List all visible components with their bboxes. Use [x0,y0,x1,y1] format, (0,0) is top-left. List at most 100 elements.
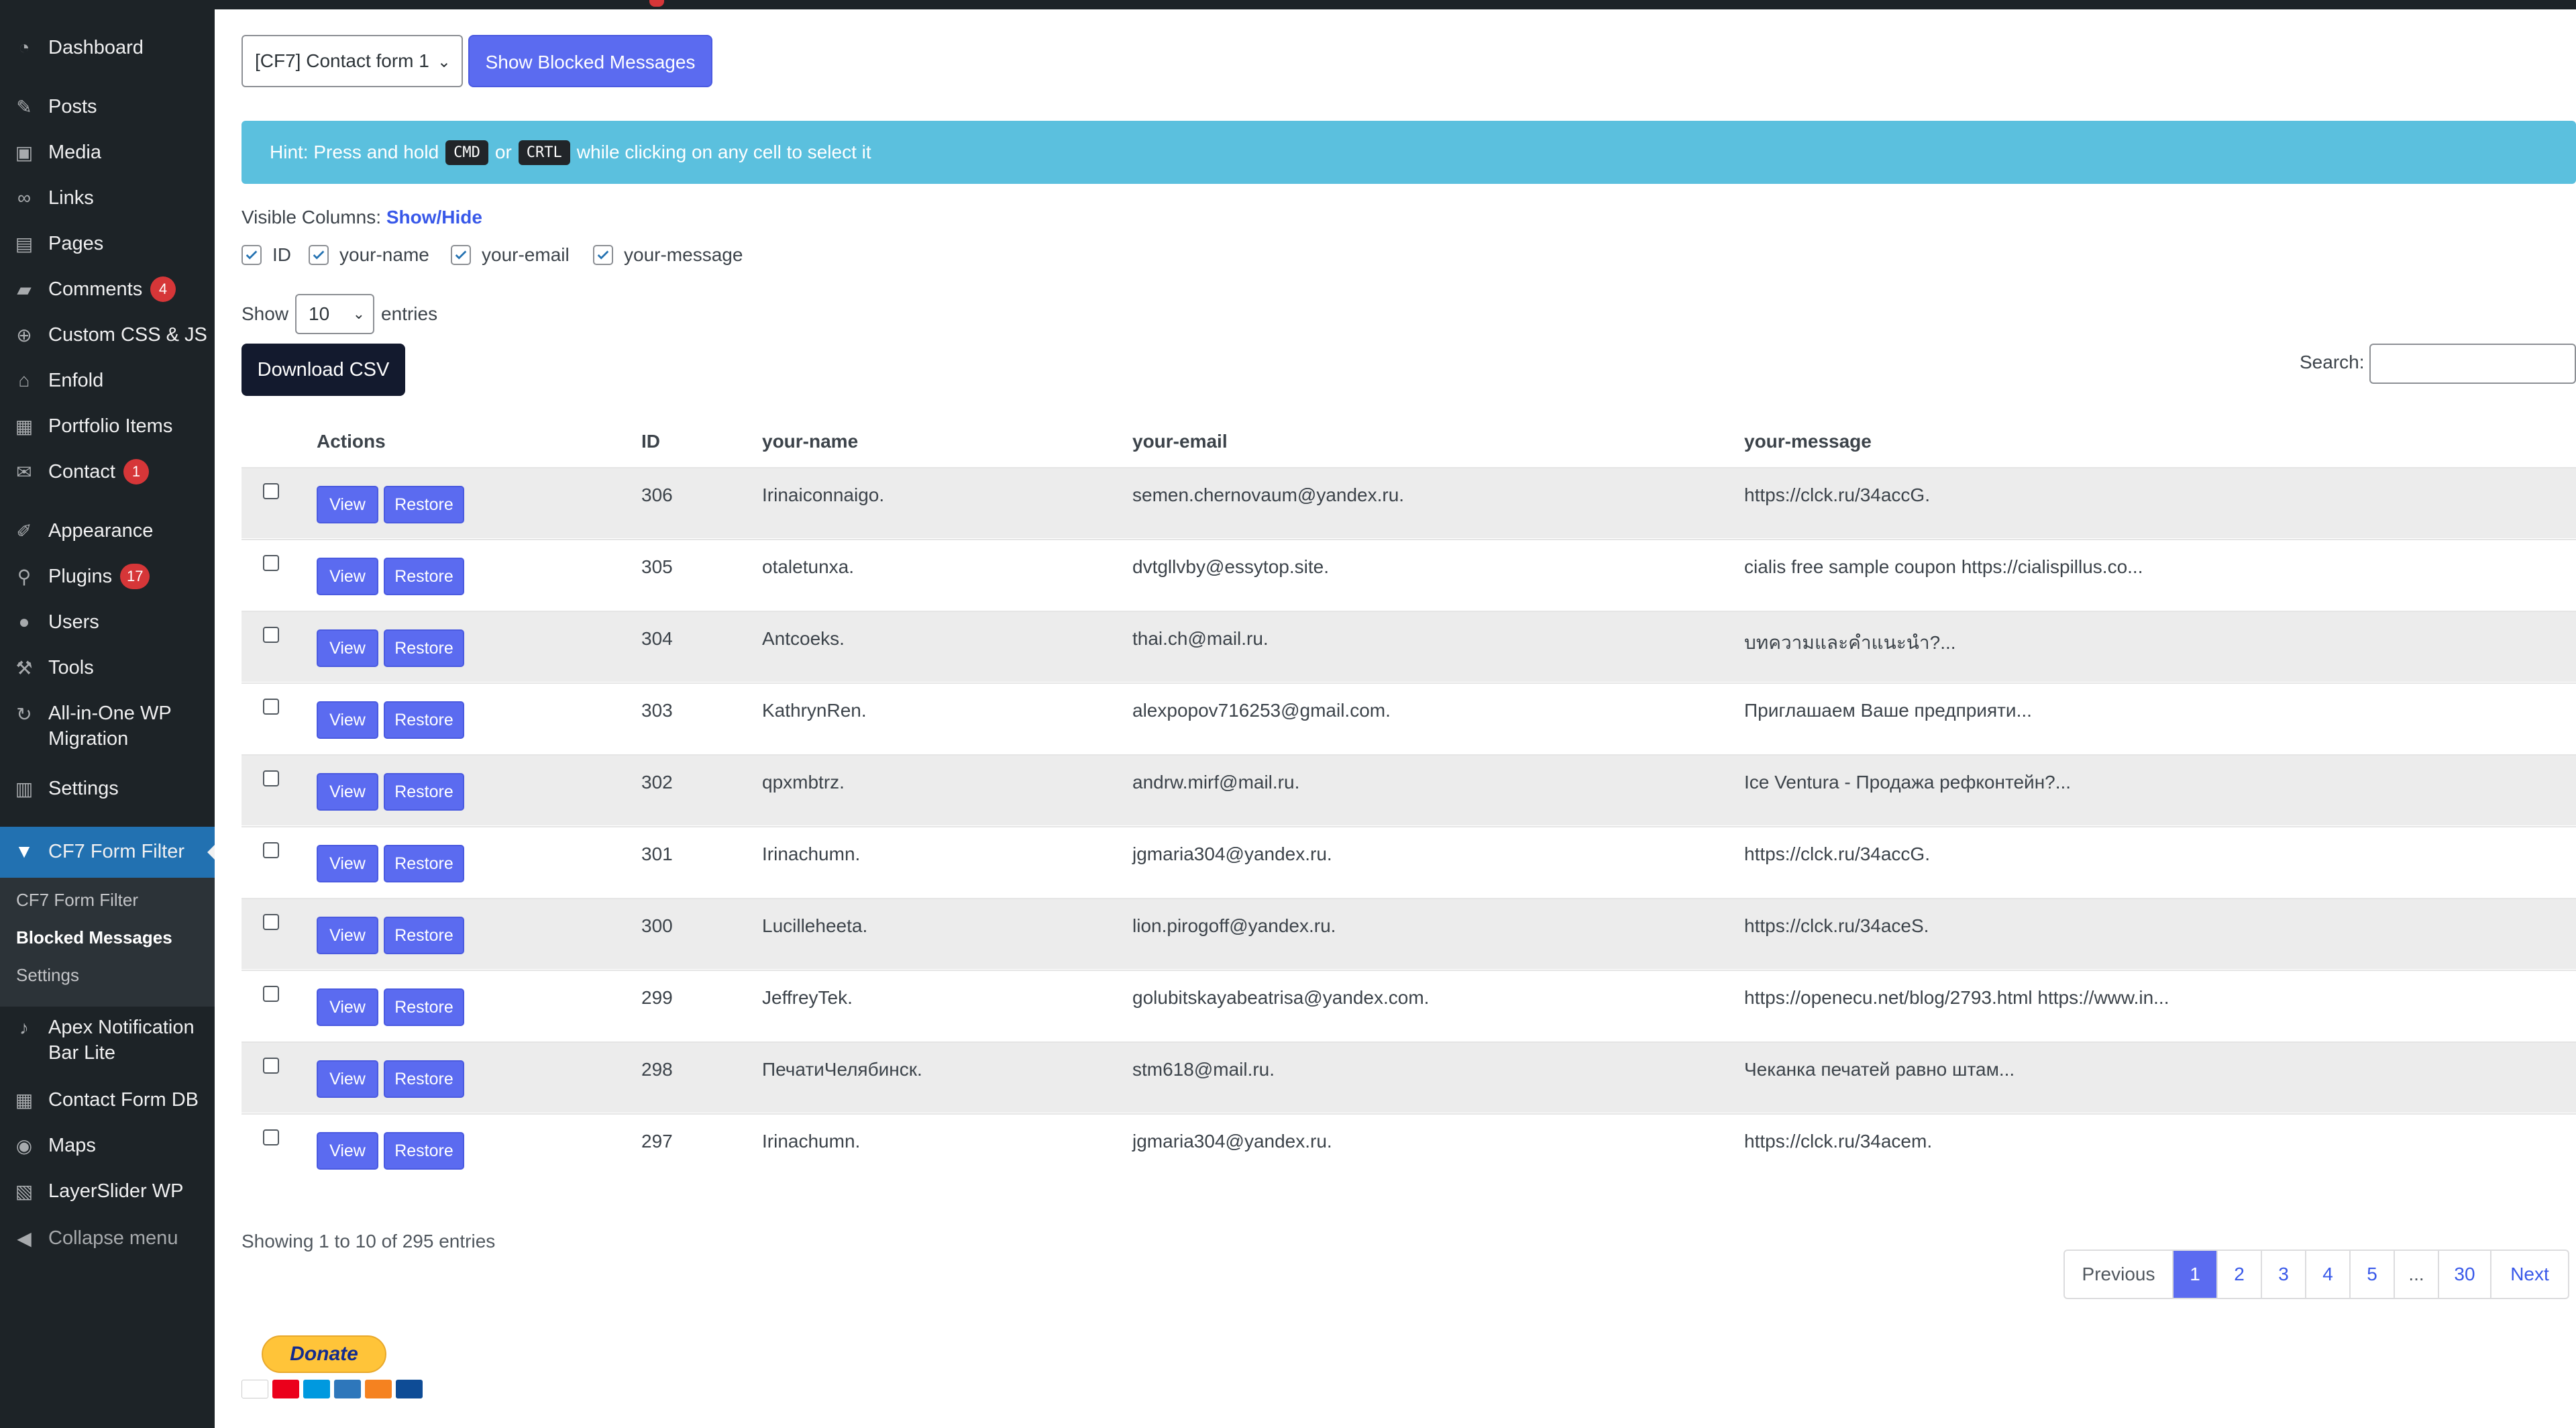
view-button[interactable]: View [317,845,378,882]
view-button[interactable]: View [317,1060,378,1098]
cell-id[interactable]: 305 [641,556,673,578]
row-checkbox[interactable] [263,914,279,930]
cell-your-name[interactable]: KathrynRen. [762,700,867,721]
cell-id[interactable]: 302 [641,772,673,793]
cell-your-message[interactable]: cialis free sample coupon https://cialis… [1744,556,2143,578]
sidebar-item-contact[interactable]: ✉ Contact 1 [0,459,215,484]
entries-select[interactable]: 10 ⌄ [295,294,375,334]
column-toggle-your-name[interactable]: your-name [309,244,429,266]
table-row[interactable]: View Restore 299 JeffreyTek. golubitskayabea… [241,970,2576,1041]
row-checkbox[interactable] [263,770,279,786]
cell-your-email[interactable]: andrw.mirf@mail.ru. [1132,772,1299,793]
row-checkbox[interactable] [263,699,279,715]
table-row[interactable]: View Restore 305 otaletunxa. dvtgllvby@essyt… [241,539,2576,610]
sidebar-item-media[interactable]: ▣ Media [0,140,215,165]
cell-id[interactable]: 301 [641,844,673,865]
table-row[interactable]: View Restore 297 Irinachumn. jgmaria304@yand… [241,1113,2576,1184]
sidebar-item-posts[interactable]: ✎ Posts [0,94,215,119]
form-select[interactable]: [CF7] Contact form 1 ⌄ [241,35,463,87]
sidebar-item-cf7-form-filter[interactable]: ▼ CF7 Form Filter [0,839,215,864]
sidebar-item-all-in-one-wp[interactable]: ↻ All-in-One WP Migration [0,701,215,752]
row-checkbox[interactable] [263,627,279,643]
cell-id[interactable]: 298 [641,1059,673,1080]
table-row[interactable]: View Restore 301 Irinachumn. jgmaria304@yand… [241,826,2576,897]
cell-your-message[interactable]: Чеканка печатей равно штам... [1744,1059,2015,1080]
row-checkbox[interactable] [263,986,279,1002]
donate-button[interactable]: Donate [262,1335,386,1373]
cell-your-name[interactable]: Irinachumn. [762,1131,860,1152]
table-row[interactable]: View Restore 303 KathrynRen. alexpopov716253… [241,682,2576,754]
view-button[interactable]: View [317,1132,378,1170]
restore-button[interactable]: Restore [384,845,464,882]
cell-your-name[interactable]: qpxmbtrz. [762,772,845,793]
column-header-your-name[interactable]: your-name [762,431,858,452]
sidebar-item-plugins[interactable]: ⚲ Plugins 17 [0,564,215,589]
table-row[interactable]: View Restore 302 qpxmbtrz. andrw.mirf@mail.r… [241,754,2576,825]
pagination-page[interactable]: 30 [2438,1251,2490,1298]
cell-your-message[interactable]: Ice Ventura - Продажа рефконтейн?... [1744,772,2071,793]
cell-your-email[interactable]: dvtgllvby@essytop.site. [1132,556,1329,578]
view-button[interactable]: View [317,629,378,667]
sidebar-item-tools[interactable]: ⚒ Tools [0,655,215,680]
cell-your-message[interactable]: https://clck.ru/34accG. [1744,484,1930,506]
cell-your-name[interactable]: otaletunxa. [762,556,854,578]
pagination-page[interactable]: 1 [2172,1251,2216,1298]
sidebar-item-apex-notification[interactable]: ♪ Apex Notification Bar Lite [0,1015,215,1066]
pagination-page[interactable]: 5 [2349,1251,2394,1298]
row-checkbox[interactable] [263,842,279,858]
cell-your-message[interactable]: Приглашаем Ваше предприяти... [1744,700,2032,721]
sidebar-item-enfold[interactable]: ⌂ Enfold [0,368,215,393]
pagination-previous[interactable]: Previous [2065,1251,2172,1298]
cell-your-email[interactable]: stm618@mail.ru. [1132,1059,1275,1080]
sidebar-item-comments[interactable]: ▰ Comments 4 [0,276,215,302]
column-header-your-email[interactable]: your-email [1132,431,1228,452]
restore-button[interactable]: Restore [384,1132,464,1170]
cell-your-email[interactable]: jgmaria304@yandex.ru. [1132,1131,1332,1152]
table-row[interactable]: View Restore 300 Lucilleheeta. lion.pirogoff… [241,898,2576,969]
cell-your-name[interactable]: Antcoeks. [762,628,845,650]
cell-your-message[interactable]: https://clck.ru/34acem. [1744,1131,1932,1152]
row-checkbox[interactable] [263,1129,279,1145]
checkbox-checked-icon[interactable] [451,245,471,265]
view-button[interactable]: View [317,988,378,1026]
column-header-your-message[interactable]: your-message [1744,431,1872,452]
cell-your-name[interactable]: JeffreyTek. [762,987,853,1009]
sidebar-item-appearance[interactable]: ✐ Appearance [0,518,215,544]
restore-button[interactable]: Restore [384,701,464,739]
table-row[interactable]: View Restore 304 Antcoeks. thai.ch@mail.ru. บ… [241,611,2576,682]
sidebar-item-settings[interactable]: ▥ Settings [0,776,215,801]
sidebar-item-users[interactable]: ● Users [0,609,215,635]
sidebar-item-links[interactable]: ∞ Links [0,185,215,211]
cell-your-email[interactable]: semen.chernovaum@yandex.ru. [1132,484,1404,506]
view-button[interactable]: View [317,701,378,739]
sidebar-item-layerslider-wp[interactable]: ▧ LayerSlider WP [0,1178,215,1204]
cell-id[interactable]: 297 [641,1131,673,1152]
row-checkbox[interactable] [263,1058,279,1074]
column-toggle-id[interactable]: ID [241,244,291,266]
cell-id[interactable]: 299 [641,987,673,1009]
view-button[interactable]: View [317,917,378,954]
view-button[interactable]: View [317,773,378,811]
sidebar-item-contact-form-db[interactable]: ▦ Contact Form DB [0,1087,215,1113]
cell-your-message[interactable]: https://clck.ru/34aceS. [1744,915,1929,937]
table-row[interactable]: View Restore 298 ПечатиЧелябинск. stm618@mai… [241,1041,2576,1113]
pagination-next[interactable]: Next [2490,1251,2568,1298]
submenu-item-cf7-form-filter[interactable]: CF7 Form Filter [16,890,138,911]
restore-button[interactable]: Restore [384,629,464,667]
search-input[interactable] [2369,344,2576,384]
sidebar-item-portfolio-items[interactable]: ▦ Portfolio Items [0,413,215,439]
checkbox-checked-icon[interactable] [309,245,329,265]
cell-your-name[interactable]: Lucilleheeta. [762,915,867,937]
restore-button[interactable]: Restore [384,558,464,595]
sidebar-item-dashboard[interactable]: ◔ Dashboard [0,35,215,60]
restore-button[interactable]: Restore [384,486,464,523]
view-button[interactable]: View [317,486,378,523]
sidebar-item-maps[interactable]: ◉ Maps [0,1133,215,1158]
cell-id[interactable]: 304 [641,628,673,650]
cell-id[interactable]: 306 [641,484,673,506]
download-csv-button[interactable]: Download CSV [241,344,405,396]
cell-id[interactable]: 300 [641,915,673,937]
table-row[interactable]: View Restore 306 Irinaiconnaigo. semen.chern… [241,467,2576,538]
sidebar-item-collapse-menu[interactable]: ◀ Collapse menu [0,1225,215,1251]
sidebar-item-custom-css-js[interactable]: ⊕ Custom CSS & JS [0,322,215,348]
